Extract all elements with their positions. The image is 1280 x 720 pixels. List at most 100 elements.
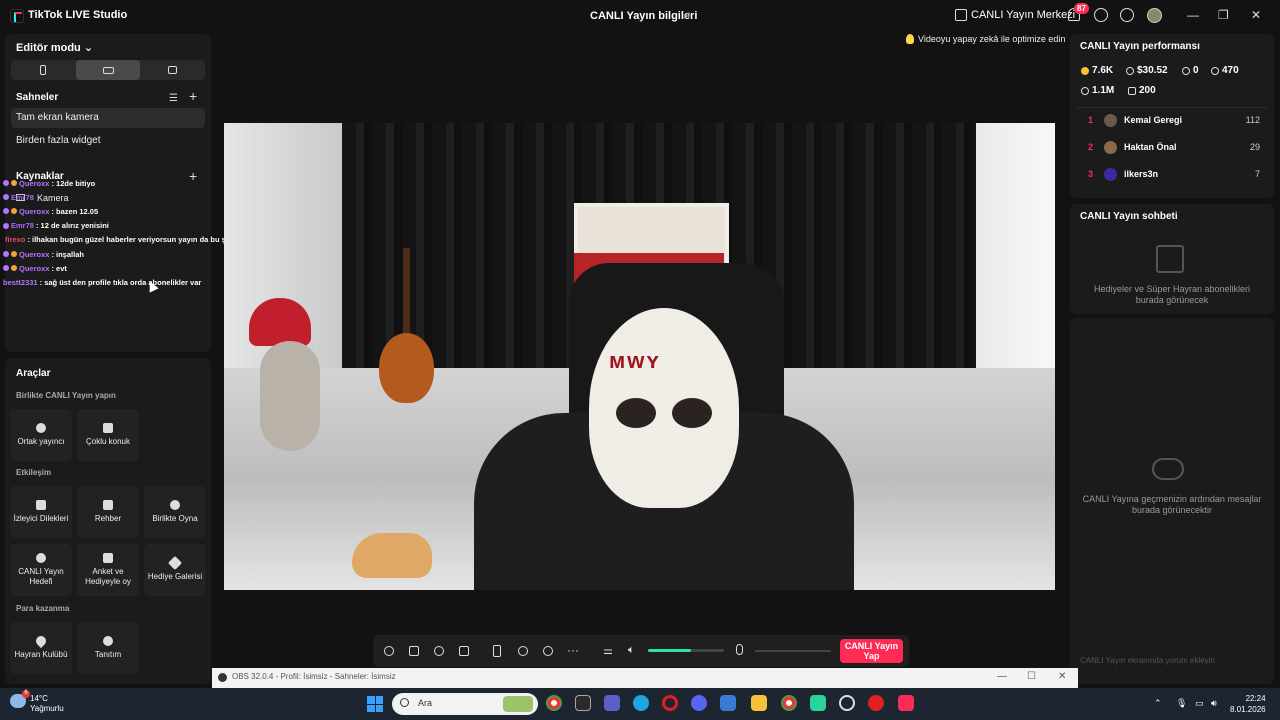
opera-icon[interactable]	[662, 695, 678, 711]
add-media-icon[interactable]	[459, 646, 469, 656]
tool-poll[interactable]: Anket ve Hediyeyle oy	[77, 544, 139, 596]
mask-eye	[616, 398, 656, 428]
chat-msg: : bazen 12.05	[51, 206, 99, 216]
scene-item[interactable]: Tam ekran kamera	[11, 108, 205, 128]
editor-mode-dropdown[interactable]: Editör modu ⌄	[16, 41, 93, 54]
minimize-icon[interactable]: —	[1187, 8, 1199, 22]
link-icon	[36, 423, 46, 433]
folder-icon[interactable]	[751, 695, 767, 711]
tools-title: Araçlar	[16, 368, 51, 379]
share-icon[interactable]: ⇗	[682, 9, 694, 22]
chat-user: Emr78	[11, 192, 34, 202]
book-icon	[103, 500, 113, 510]
mail-icon[interactable]	[720, 695, 736, 711]
layout-selector[interactable]	[11, 60, 205, 80]
tool-play-together[interactable]: Birlikte Oyna	[144, 486, 206, 538]
tool-guide[interactable]: Rehber	[77, 486, 139, 538]
help-icon[interactable]	[1094, 8, 1108, 22]
volume-tray-icon[interactable]: 🔊︎	[1211, 698, 1217, 709]
search-icon	[400, 698, 409, 707]
scene-item[interactable]: Birden fazla widget	[11, 131, 205, 151]
enhance-icon[interactable]	[409, 646, 419, 656]
camera-preview[interactable]: ᴍᴡʏ	[224, 123, 1055, 590]
tool-viewer-wishes[interactable]: İzleyici Dilekleri	[10, 486, 72, 538]
tool-label: Tanıtım	[94, 650, 122, 659]
chat-user: Queroxx	[19, 178, 50, 188]
obs-close-icon[interactable]: ✕	[1058, 671, 1066, 682]
teams-icon[interactable]	[604, 695, 620, 711]
game-icon	[170, 500, 180, 510]
tool-gift-gallery[interactable]: Hediye Galerisi	[144, 544, 206, 596]
app-icon[interactable]	[810, 695, 826, 711]
record-icon[interactable]	[518, 646, 528, 656]
layout-landscape[interactable]	[75, 60, 141, 80]
add-scene-icon[interactable]: +	[189, 88, 197, 104]
microphone-icon[interactable]	[736, 644, 743, 655]
tool-fan-club[interactable]: Hayran Kulübü	[10, 622, 72, 674]
tool-promote[interactable]: Tanıtım	[77, 622, 139, 674]
weather-widget[interactable]: 14°C Yağmurlu	[10, 694, 64, 714]
comment-input[interactable]: CANLI Yayın ekranında yorum ekleyin	[1076, 652, 1266, 670]
chrome-icon[interactable]	[781, 695, 797, 711]
badge-icon	[3, 222, 9, 229]
rank-name[interactable]: Kemal Geregi	[1124, 115, 1182, 125]
go-live-button[interactable]: CANLI Yayın Yap	[840, 639, 903, 663]
taskbar-clock[interactable]: 22:24 8.01.2026	[1230, 693, 1266, 715]
tiktok-studio-icon[interactable]	[898, 695, 914, 711]
rank-value: 7	[1254, 169, 1260, 179]
tools-group-title: Birlikte CANLI Yayın yapın	[16, 391, 116, 400]
phone-icon[interactable]	[493, 645, 501, 657]
discord-icon[interactable]	[691, 695, 707, 711]
tool-label: Hediye Galerisi	[147, 572, 203, 581]
obs-window-bar[interactable]: OBS 32.0.4 - Profil: İsimsiz - Sahneler:…	[212, 668, 1078, 688]
youtube-icon[interactable]	[868, 695, 884, 711]
settings-icon[interactable]	[1120, 8, 1134, 22]
ai-icon[interactable]	[434, 646, 444, 656]
tool-label: Hayran Kulübü	[14, 650, 68, 659]
go-live-label: CANLI Yayın Yap	[844, 641, 899, 661]
tool-live-goal[interactable]: CANLI Yayın Hedefi	[10, 544, 72, 596]
tool-label: Ortak yayıncı	[17, 437, 65, 446]
obs-taskbar-icon[interactable]	[839, 695, 855, 711]
list-icon[interactable]: ☰	[169, 93, 178, 104]
tool-label: CANLI Yayın Hedefi	[18, 567, 64, 586]
poll-icon	[103, 553, 113, 563]
store-icon[interactable]	[575, 695, 591, 711]
live-center-button[interactable]: CANLI Yayın Merkezi	[955, 9, 1075, 21]
mixer-icon[interactable]: ⚌	[603, 644, 613, 657]
maximize-icon[interactable]: ❐	[1218, 8, 1229, 22]
profile-avatar[interactable]	[1147, 8, 1162, 23]
stat-earnings: $30.52	[1126, 65, 1168, 76]
layout-portrait[interactable]	[11, 60, 76, 80]
ai-optimize-hint[interactable]: Videoyu yapay zekâ ile optimize edin	[906, 34, 1065, 44]
edge-icon[interactable]	[633, 695, 649, 711]
editor-mode-label: Editör modu	[16, 42, 81, 54]
stat-value: 7.6K	[1092, 65, 1114, 76]
layout-dual[interactable]	[140, 60, 205, 80]
divider	[1076, 107, 1268, 108]
rank-name[interactable]: Haktan Önal	[1124, 142, 1177, 152]
notification-badge: 87	[1074, 3, 1089, 14]
camera-switch-icon[interactable]	[543, 646, 553, 656]
close-icon[interactable]: ✕	[1251, 8, 1261, 22]
rank-value: 29	[1249, 142, 1260, 152]
obs-minimize-icon[interactable]: —	[997, 671, 1007, 682]
chrome-icon[interactable]	[546, 695, 562, 711]
mic-slider[interactable]	[755, 650, 831, 652]
app-title: TikTok LIVE Studio	[28, 9, 128, 21]
rank-name[interactable]: ilkers3n	[1124, 169, 1158, 179]
tool-co-host[interactable]: Ortak yayıncı	[10, 409, 72, 461]
effects-icon[interactable]	[384, 646, 394, 656]
obs-maximize-icon[interactable]: ☐	[1027, 671, 1036, 682]
speaker-icon[interactable]: 🔈︎	[628, 644, 635, 657]
start-icon[interactable]	[367, 696, 383, 712]
chevron-up-icon[interactable]: ⌃	[1154, 698, 1162, 709]
tool-multi-guest[interactable]: Çoklu konuk	[77, 409, 139, 461]
more-icon[interactable]: ···	[567, 643, 579, 657]
users-icon	[1182, 66, 1190, 75]
stat-followers: 470	[1211, 65, 1239, 76]
mask-eye	[672, 398, 712, 428]
microphone-tray-icon[interactable]: 🎙︎	[1176, 698, 1187, 709]
network-icon[interactable]: ▭	[1195, 698, 1204, 709]
gift-box-icon	[1156, 245, 1184, 273]
